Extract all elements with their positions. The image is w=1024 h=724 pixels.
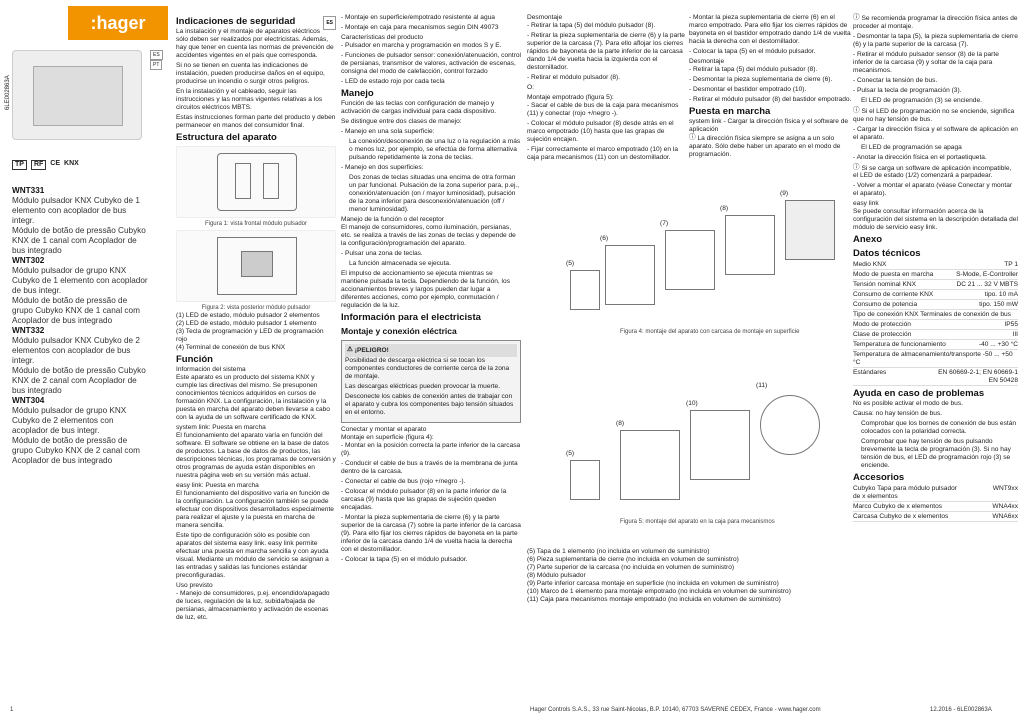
spec-row: Temperatura de funcionamiento -40 ... +30…: [853, 340, 1018, 351]
note-icon: ⓘ: [853, 106, 860, 114]
product-wnt332: WNT332 Módulo pulsador KNX Cubyko de 2 el…: [12, 326, 146, 395]
safety-p1: La instalación y el montaje de aparatos …: [176, 28, 334, 59]
spec-row: Tipo de conexión KNX Terminales de conex…: [853, 310, 1018, 321]
operation-column: - Montaje en superficie/empotrado resist…: [341, 14, 521, 563]
fig2-caption: Figura 2: vista posterior módulo pulsado…: [201, 305, 311, 311]
heading-technical-data: Datos técnicos: [853, 248, 921, 260]
cert-row: TP RF CE KNX: [12, 160, 79, 170]
commissioning-column: - Montar la pieza suplementaria de cierr…: [689, 14, 854, 161]
cert-knx: KNX: [64, 160, 79, 167]
note-icon: ⓘ: [689, 134, 696, 141]
spec-row: Consumo de potencia tipo. 150 mW: [853, 300, 1018, 311]
subhead-system-info: Información del sistema: [176, 366, 246, 373]
page-number: 1: [10, 707, 14, 713]
safety-column: Indicaciones de seguridad ES La instalac…: [176, 16, 336, 621]
cert-tp: TP: [12, 160, 27, 170]
spec-row: Temperatura de almacenamiento/transporte…: [853, 350, 1018, 369]
spec-row: Consumo de corriente KNX tipo. 10 mA: [853, 290, 1018, 301]
heading-function: Función: [176, 354, 213, 365]
figure-surface-mount: (5) (6) (7) (8) (9) Figura 4: montaje de…: [560, 190, 840, 340]
danger-title: ⚠ ¡PELIGRO!: [345, 344, 517, 357]
heading-accessories: Accesorios: [853, 472, 905, 484]
fig1-caption: Figura 1: vista frontal módulo pulsador: [204, 221, 308, 227]
cert-rf: RF: [30, 160, 47, 170]
heading-manejo: Manejo: [341, 88, 374, 99]
spec-table: Medio KNX TP 1 Modo de puesta en marcha S-…: [853, 260, 1018, 387]
parts-legend: (5) Tapa de 1 elemento (no incluida en v…: [527, 548, 791, 603]
product-wnt331: WNT331 Módulo pulsador KNX Cubyko de 1 el…: [12, 186, 146, 255]
heading-safety: Indicaciones de seguridad ES: [176, 16, 336, 30]
footer-address: Hager Controls S.A.S., 33 rue Saint-Nico…: [530, 707, 821, 713]
heading-commissioning: Puesta en marcha: [689, 106, 771, 117]
safety-p3: En la instalación y el cableado, seguir …: [176, 88, 323, 111]
note-icon: ⓘ: [853, 14, 860, 21]
hager-logo: :hager: [68, 6, 168, 40]
document-code: 6LE002863A: [5, 75, 11, 110]
heading-electrician: Información para el electricista: [341, 312, 481, 323]
lang-badge: ES: [323, 16, 336, 30]
heading-troubleshooting: Ayuda en caso de problemas: [853, 388, 985, 400]
heading-structure: Estructura del aparato: [176, 132, 277, 143]
spec-row: Tensión nominal KNX DC 21 ... 32 V MBTS: [853, 280, 1018, 291]
dismount-column: Desmontaje - Retirar la tapa (5) del mód…: [527, 14, 685, 161]
danger-box: ⚠ ¡PELIGRO! Posibilidad de descarga eléc…: [341, 340, 521, 423]
footer-date: 12.2016 - 6LE002863A: [930, 707, 992, 713]
accessory-row: Cubyko Tapa para módulo pulsador de x el…: [853, 484, 1018, 503]
note-icon: ⓘ: [853, 163, 860, 171]
product-wnt304: WNT304 Módulo pulsador de grupo KNX Cubyk…: [12, 396, 140, 465]
spec-row: Estándares EN 60669-2-1; EN 60669-1 EN 50…: [853, 368, 1018, 387]
technical-column: ⓘ Se recomienda programar la dirección f…: [853, 14, 1018, 523]
spec-row: Clase de protección III: [853, 330, 1018, 341]
spec-row: Modo de puesta en marcha S-Mode, E-Contro…: [853, 270, 1018, 281]
structure-legend: (1) LED de estado, módulo pulsador 2 ele…: [176, 312, 324, 351]
accessory-row: Carcasa Cubyko de x elementos WNA6xx: [853, 512, 1018, 523]
spec-row: Medio KNX TP 1: [853, 260, 1018, 271]
product-list: WNT331 Módulo pulsador KNX Cubyko de 1 el…: [0, 186, 150, 466]
lang-pt: PT: [150, 60, 163, 70]
figure-front-view: [176, 146, 336, 218]
safety-p4: Estas instrucciones forman parte del pro…: [176, 114, 336, 129]
figure-back-view: [176, 230, 336, 302]
ce-icon: CE: [50, 160, 61, 167]
lang-es: ES: [150, 50, 163, 60]
heading-annex: Anexo: [853, 234, 883, 246]
heading-mounting: Montaje y conexión eléctrica: [341, 326, 457, 336]
warning-triangle-icon: ⚠: [347, 346, 353, 353]
accessory-row: Marco Cubyko de x elementos WNA4xx: [853, 502, 1018, 513]
safety-p2: Si no se tienen en cuenta las indicacion…: [176, 62, 325, 85]
figure-flush-mount: (5) (8) (10) (11) Figura 5: montaje del …: [560, 380, 840, 530]
product-photo: [12, 50, 142, 140]
spec-row: Modo de protección IP55: [853, 320, 1018, 331]
product-wnt302: WNT302 Módulo pulsador de grupo KNX Cubyk…: [12, 256, 148, 325]
